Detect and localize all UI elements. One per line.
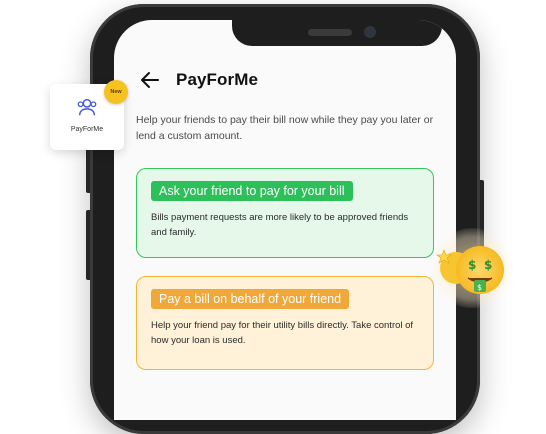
svg-text:$: $ — [468, 258, 476, 272]
ask-friend-text: Bills payment requests are more likely t… — [151, 212, 409, 238]
ask-friend-heading: Ask your friend to pay for your bill — [151, 181, 353, 201]
ask-friend-card[interactable]: Ask your friend to pay for your bill Bil… — [136, 168, 434, 258]
pay-for-friend-heading: Pay a bill on behalf of your friend — [151, 289, 350, 309]
emoji-decoration: $ $ $ — [432, 228, 512, 308]
phone-screen: PayForMe Help your friends to pay their … — [114, 20, 456, 420]
camera — [364, 26, 376, 38]
money-mouth-face-icon: $ $ $ — [436, 246, 504, 294]
speaker — [308, 29, 352, 36]
svg-text:$: $ — [477, 283, 482, 292]
app-tile-label: PayForMe — [70, 126, 104, 133]
users-icon — [77, 98, 97, 116]
page-description: Help your friends to pay their bill now … — [136, 114, 434, 142]
phone-notch — [232, 20, 442, 46]
page-title: PayForMe — [176, 70, 259, 89]
screen-header: PayForMe — [138, 68, 258, 92]
svg-text:$: $ — [484, 258, 492, 272]
back-arrow-icon[interactable] — [138, 68, 162, 92]
new-badge: New — [104, 80, 128, 104]
pay-for-friend-text: Help your friend pay for their utility b… — [151, 320, 414, 346]
pay-for-friend-card[interactable]: Pay a bill on behalf of your friend Help… — [136, 276, 434, 370]
